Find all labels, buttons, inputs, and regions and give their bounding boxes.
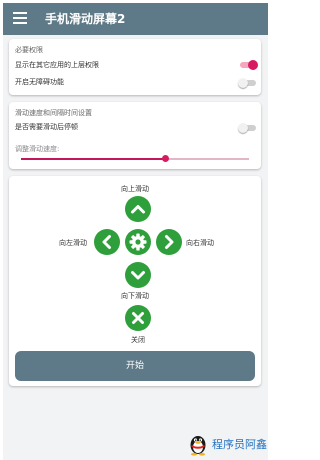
swipe-left-button[interactable] xyxy=(94,229,120,255)
swipe-left-label: 向左滑动 xyxy=(59,239,87,247)
slider-fill xyxy=(21,158,165,160)
gear-icon xyxy=(129,233,147,251)
chevron-up-icon xyxy=(131,205,145,214)
overlay-permission-label: 显示在其它应用的上层权限 xyxy=(15,61,99,69)
switch-knob xyxy=(248,60,258,70)
app-screen: 手机滑动屏幕2 必要权限 显示在其它应用的上层权限 开启无障碍功能 滑动速度和间… xyxy=(3,3,268,460)
chevron-right-icon xyxy=(165,235,174,249)
overlay-permission-switch[interactable] xyxy=(240,60,258,70)
watermark-text: 程序员阿鑫 xyxy=(212,438,267,451)
speed-section-title: 滑动速度和间隔时间设置 xyxy=(15,109,92,117)
adjust-speed-label: 调整滑动速度: xyxy=(15,145,60,153)
swipe-right-button[interactable] xyxy=(156,229,182,255)
penguin-logo-icon xyxy=(190,436,206,456)
speed-slider[interactable] xyxy=(21,155,249,162)
switch-knob xyxy=(238,78,248,88)
swipe-right-label: 向右滑动 xyxy=(186,239,214,247)
start-button[interactable]: 开始 xyxy=(15,351,255,381)
slider-thumb[interactable] xyxy=(161,155,169,162)
swipe-down-button[interactable] xyxy=(125,262,151,288)
app-title: 手机滑动屏幕2 xyxy=(45,12,126,26)
hamburger-menu-icon[interactable] xyxy=(13,12,27,26)
swipe-up-label: 向上滑动 xyxy=(121,185,149,193)
close-button[interactable] xyxy=(125,305,151,331)
chevron-down-icon xyxy=(131,271,145,280)
permissions-card: 必要权限 显示在其它应用的上层权限 开启无障碍功能 xyxy=(9,39,261,95)
close-label: 关闭 xyxy=(131,336,145,344)
close-icon xyxy=(132,312,144,324)
app-bar: 手机滑动屏幕2 xyxy=(3,3,268,35)
accessibility-label: 开启无障碍功能 xyxy=(15,78,64,86)
watermark: 程序员阿鑫 xyxy=(188,432,280,458)
settings-button[interactable] xyxy=(125,229,151,255)
swipe-up-button[interactable] xyxy=(125,196,151,222)
pause-after-swipe-label: 是否需要滑动后停顿 xyxy=(15,123,78,131)
swipe-down-label: 向下滑动 xyxy=(121,292,149,300)
accessibility-switch[interactable] xyxy=(238,78,256,88)
speed-settings-card: 滑动速度和间隔时间设置 是否需要滑动后停顿 调整滑动速度: xyxy=(9,102,261,169)
permissions-section-title: 必要权限 xyxy=(15,46,43,54)
switch-knob xyxy=(238,123,248,133)
swipe-controls-card: 向上滑动 向左滑动 向右滑动 向下滑动 关闭 开始 xyxy=(9,176,261,386)
pause-after-swipe-switch[interactable] xyxy=(238,123,256,133)
chevron-left-icon xyxy=(102,235,111,249)
